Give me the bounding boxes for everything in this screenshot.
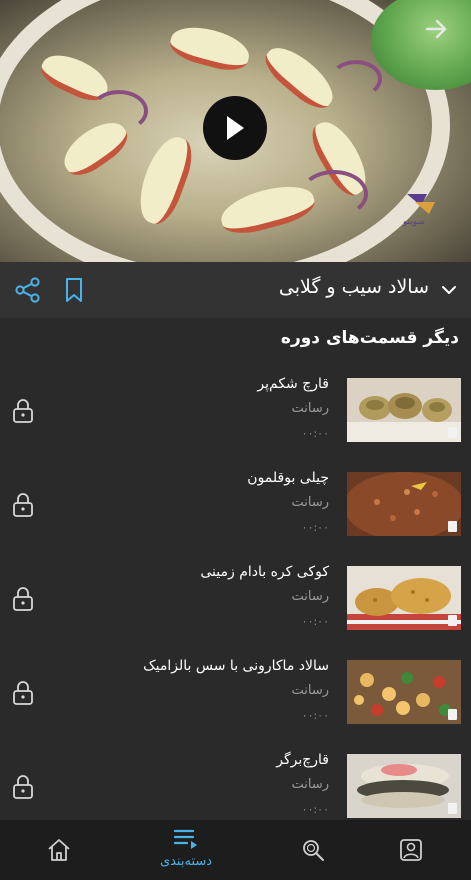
video-frame-onion xyxy=(300,170,368,218)
nav-profile[interactable] xyxy=(371,820,451,880)
episode-source: رسانت xyxy=(291,401,329,416)
episode-source: رسانت xyxy=(291,683,329,698)
episodes-heading: دیگر قسمت‌های دوره xyxy=(280,328,459,348)
episode-list: قارچ شکم‌پر رسانت ۰۰:۰۰ چیل xyxy=(0,370,471,840)
video-player[interactable]: سوینو xyxy=(0,0,471,262)
video-frame-onion xyxy=(90,90,148,132)
episode-thumbnail xyxy=(347,566,461,630)
bookmark-button[interactable] xyxy=(62,276,86,304)
episode-duration: ۰۰:۰۰ xyxy=(301,427,329,440)
fullscreen-arrow-button[interactable] xyxy=(423,16,449,42)
episode-duration: ۰۰:۰۰ xyxy=(301,521,329,534)
episode-source: رسانت xyxy=(291,495,329,510)
nav-category[interactable]: دسته‌بندی xyxy=(146,820,226,880)
share-icon xyxy=(15,277,40,303)
episode-duration: ۰۰:۰۰ xyxy=(301,615,329,628)
video-frame-onion xyxy=(330,60,382,98)
nav-category-label: دسته‌بندی xyxy=(159,854,213,869)
episode-item[interactable]: چیلی بوقلمون رسانت ۰۰:۰۰ xyxy=(0,464,471,558)
episode-title: قارچ شکم‌پر xyxy=(257,376,329,392)
episode-item[interactable]: قارچ شکم‌پر رسانت ۰۰:۰۰ xyxy=(0,370,471,464)
bookmark-icon xyxy=(66,278,82,302)
nav-home[interactable] xyxy=(19,820,99,880)
lock-icon xyxy=(12,398,34,424)
collapse-button[interactable] xyxy=(441,282,457,298)
episode-source: رسانت xyxy=(291,589,329,604)
play-button[interactable] xyxy=(203,96,267,160)
share-button[interactable] xyxy=(14,276,42,304)
channel-badge xyxy=(448,803,457,814)
svg-text:سوینو: سوینو xyxy=(402,217,425,227)
episode-thumbnail xyxy=(347,472,461,536)
nav-search[interactable] xyxy=(273,820,353,880)
category-list-icon xyxy=(173,829,197,849)
episode-title: سالاد ماکارونی با سس بالزامیک xyxy=(143,658,329,674)
episode-title: کوکی کره بادام زمینی xyxy=(200,564,329,580)
channel-badge xyxy=(448,615,457,626)
home-icon xyxy=(48,839,70,861)
episode-thumbnail xyxy=(347,378,461,442)
channel-badge xyxy=(448,521,457,532)
title-bar: سالاد سیب و گلابی xyxy=(0,262,471,318)
episode-thumbnail xyxy=(347,754,461,818)
arrow-right-icon xyxy=(425,19,447,39)
lock-icon xyxy=(12,492,34,518)
episode-title: قارچ‌برگر xyxy=(276,752,329,768)
episode-item[interactable]: سالاد ماکارونی با سس بالزامیک رسانت ۰۰:۰… xyxy=(0,652,471,746)
episode-duration: ۰۰:۰۰ xyxy=(301,803,329,816)
search-icon xyxy=(303,840,324,861)
play-icon xyxy=(227,116,244,140)
profile-icon xyxy=(400,839,422,861)
episode-source: رسانت xyxy=(291,777,329,792)
chevron-down-icon xyxy=(442,286,456,294)
video-title: سالاد سیب و گلابی xyxy=(278,276,429,298)
bottom-navigation: دسته‌بندی xyxy=(0,820,471,880)
channel-badge xyxy=(448,427,457,438)
channel-logo: سوینو xyxy=(401,188,441,228)
lock-icon xyxy=(12,586,34,612)
lock-icon xyxy=(12,774,34,800)
lock-icon xyxy=(12,680,34,706)
episode-title: چیلی بوقلمون xyxy=(247,470,329,486)
episode-thumbnail xyxy=(347,660,461,724)
episode-duration: ۰۰:۰۰ xyxy=(301,709,329,722)
channel-badge xyxy=(448,709,457,720)
episode-item[interactable]: کوکی کره بادام زمینی رسانت ۰۰:۰۰ xyxy=(0,558,471,652)
